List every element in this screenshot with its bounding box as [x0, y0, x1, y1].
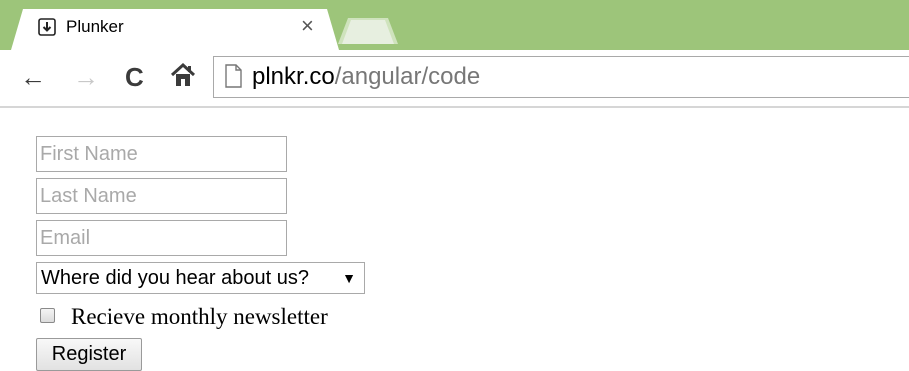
- download-arrow-icon: [38, 18, 56, 36]
- close-tab-icon[interactable]: ×: [301, 14, 314, 38]
- home-icon[interactable]: [169, 61, 197, 89]
- new-tab-button-face: [342, 20, 394, 44]
- page-icon: [225, 64, 242, 88]
- referral-source-select[interactable]: Where did you hear about us? ▼: [36, 262, 365, 294]
- back-arrow-icon[interactable]: ←: [20, 59, 46, 95]
- email-input[interactable]: [36, 220, 287, 256]
- register-button[interactable]: Register: [36, 338, 142, 371]
- active-tab[interactable]: [11, 9, 339, 50]
- url-host: plnkr.co: [252, 63, 335, 90]
- newsletter-checkbox[interactable]: [40, 308, 55, 323]
- first-name-input[interactable]: [36, 136, 287, 172]
- last-name-input[interactable]: [36, 178, 287, 214]
- newsletter-label: Recieve monthly newsletter: [71, 304, 328, 329]
- reload-icon[interactable]: C: [125, 59, 144, 95]
- url-path: /angular/code: [334, 63, 481, 90]
- tab-title: Plunker: [66, 17, 124, 36]
- referral-source-selected: Where did you hear about us?: [41, 267, 309, 289]
- url-text: plnkr.co/angular/code: [252, 63, 480, 91]
- forward-arrow-icon[interactable]: →: [73, 59, 99, 95]
- dropdown-arrow-icon: ▼: [342, 270, 356, 286]
